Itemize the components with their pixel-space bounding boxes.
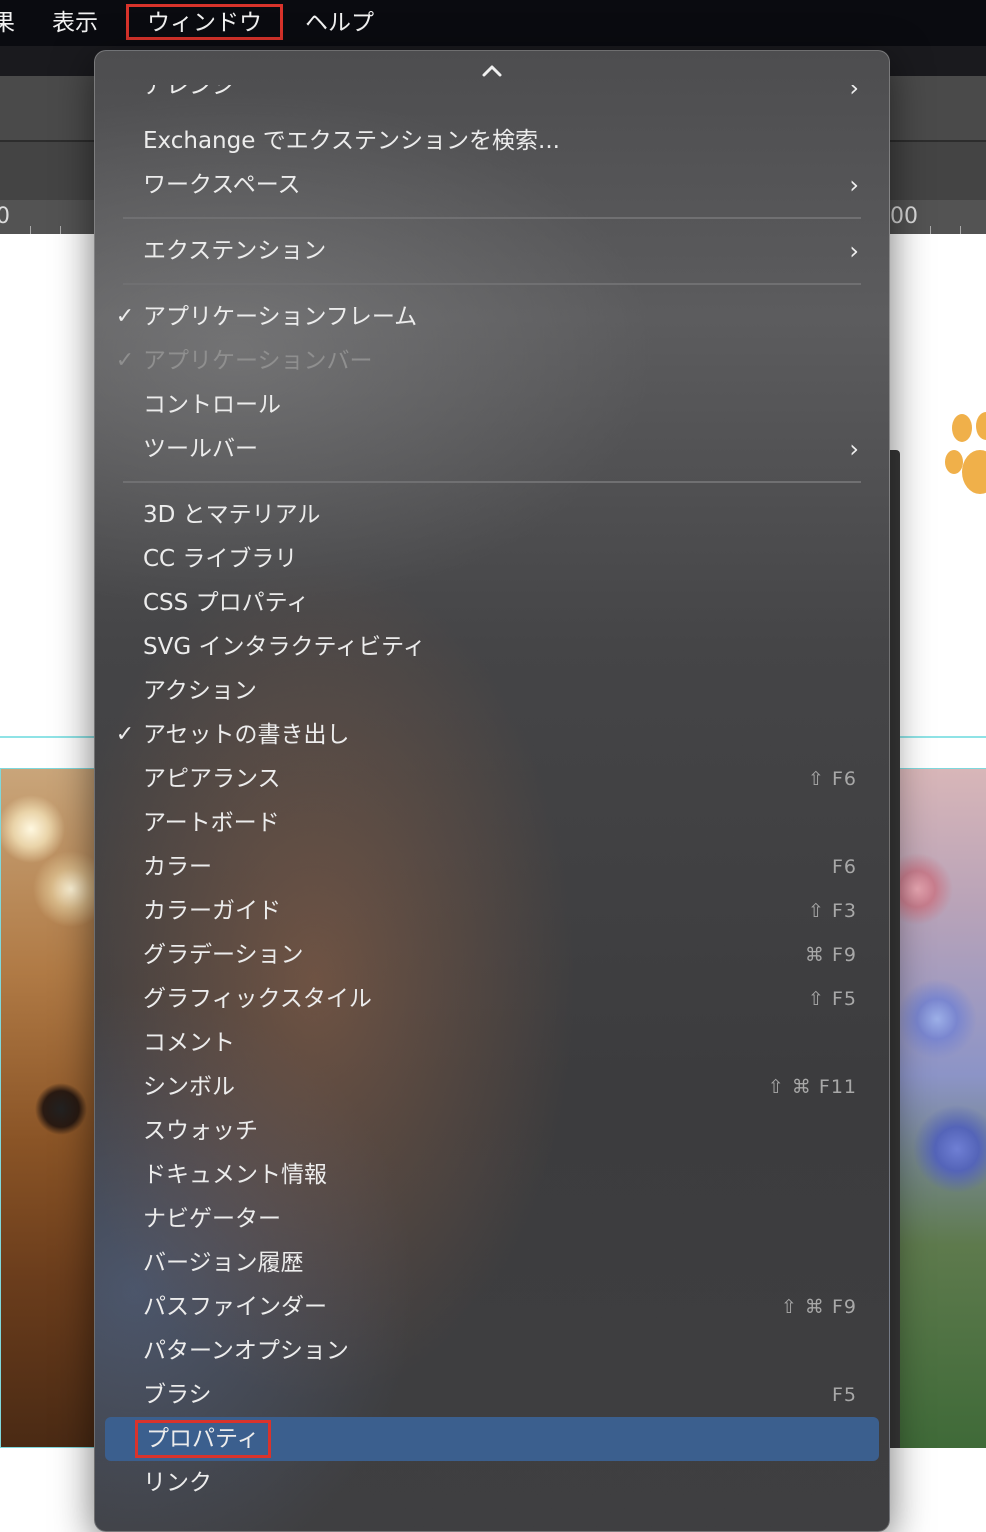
chevron-up-icon[interactable] [95, 59, 889, 84]
flower-photo-artboard[interactable] [896, 768, 986, 1450]
menu-item-26[interactable]: パターンオプション [105, 1329, 879, 1373]
keyboard-shortcut: ⇧ F5 [808, 988, 857, 1010]
menu-item-label: CC ライブラリ [143, 546, 298, 572]
menu-item-label: ツールバー [143, 436, 258, 462]
menu-item-label: パスファインダー [143, 1294, 327, 1320]
menu-item-label: カラー [143, 854, 212, 880]
chevron-right-icon: › [849, 171, 859, 199]
menu-item-10[interactable]: SVG インタラクティビティ [105, 625, 879, 669]
menu-item-17[interactable]: グラデーション ⌘ F9 [105, 933, 879, 977]
menu-item-label: CSS プロパティ [143, 590, 310, 616]
menu-item-20[interactable]: シンボル ⇧ ⌘ F11 [105, 1065, 879, 1109]
menu-item-label: カラーガイド [143, 898, 281, 924]
menu-item-24[interactable]: バージョン履歴 [105, 1241, 879, 1285]
menu-item-2[interactable]: エクステンション › [105, 229, 879, 273]
menu-item-6[interactable]: ツールバー › [105, 427, 879, 471]
menu-item-label: コントロール [143, 392, 281, 418]
keyboard-shortcut: ⇧ ⌘ F11 [767, 1076, 857, 1098]
menu-item-22[interactable]: ドキュメント情報 [105, 1153, 879, 1197]
menu-item-label: ブラシ [143, 1382, 212, 1408]
keyboard-shortcut: ⇧ F3 [808, 900, 857, 922]
menu-item-label: SVG インタラクティビティ [143, 634, 426, 660]
keyboard-shortcut: F6 [831, 856, 857, 878]
ruler-tick [30, 226, 31, 234]
menubar-item-partial[interactable]: 果 [0, 7, 15, 39]
menu-item-label: ドキュメント情報 [143, 1162, 327, 1188]
checkmark-icon: ✓ [115, 304, 135, 329]
menu-item-label: アピアランス [143, 766, 281, 792]
menu-item-4[interactable]: ✓ アプリケーションバー [105, 339, 879, 383]
ruler-number-left: 0 [0, 204, 10, 229]
ruler-tick [960, 226, 961, 234]
menu-item-label: アレンジ [143, 85, 235, 99]
checkmark-icon: ✓ [115, 348, 135, 373]
ruler-tick [930, 226, 931, 234]
menu-item-label: ワークスペース [143, 172, 301, 198]
ruler-number-right: 00 [890, 204, 918, 229]
menu-item-label: スウォッチ [143, 1118, 258, 1144]
menu-item-1[interactable]: ワークスペース › [105, 163, 879, 207]
menu-item-8[interactable]: CC ライブラリ [105, 537, 879, 581]
keyboard-shortcut: ⇧ ⌘ F9 [780, 1296, 857, 1318]
menu-item-7[interactable]: 3D とマテリアル [105, 493, 879, 537]
menu-item-label: アプリケーションフレーム [143, 304, 418, 330]
menu-item-12[interactable]: ✓ アセットの書き出し [105, 713, 879, 757]
menu-separator [123, 481, 861, 483]
ruler-tick [60, 226, 61, 234]
menu-item-properties-highlighted[interactable]: プロパティ [105, 1417, 879, 1461]
menubar-item-view[interactable]: 表示 [52, 7, 98, 39]
menu-item-21[interactable]: スウォッチ [105, 1109, 879, 1153]
menu-item-label: グラデーション [143, 942, 304, 968]
menu-item-13[interactable]: アピアランス ⇧ F6 [105, 757, 879, 801]
menu-item-label: エクステンション [143, 238, 327, 264]
menu-item-23[interactable]: ナビゲーター [105, 1197, 879, 1241]
dog-photo-artboard[interactable] [0, 768, 102, 1448]
menu-item-label: プロパティ [135, 1420, 271, 1458]
menu-item-label: アプリケーションバー [143, 348, 373, 374]
menu-item-label: Exchange でエクステンションを検索... [143, 128, 560, 154]
menu-item-label: グラフィックスタイル [143, 986, 372, 1012]
menubar-item-help[interactable]: ヘルプ [305, 7, 374, 39]
menu-item-3[interactable]: ✓ アプリケーションフレーム [105, 295, 879, 339]
menu-item-label: リンク [143, 1470, 212, 1496]
keyboard-shortcut: F5 [831, 1384, 857, 1406]
paw-print-graphic [945, 412, 986, 494]
menu-separator [123, 217, 861, 219]
menu-item-29[interactable]: リンク [105, 1461, 879, 1505]
menu-item-5[interactable]: コントロール [105, 383, 879, 427]
checkmark-icon: ✓ [115, 722, 135, 747]
menu-item-label: コメント [143, 1030, 235, 1056]
chevron-right-icon: › [849, 237, 859, 265]
menu-item-19[interactable]: コメント [105, 1021, 879, 1065]
menu-item-label: アセットの書き出し [143, 722, 350, 748]
menu-item-9[interactable]: CSS プロパティ [105, 581, 879, 625]
menu-item-27[interactable]: ブラシ F5 [105, 1373, 879, 1417]
menu-item-11[interactable]: アクション [105, 669, 879, 713]
app-menubar: 果 表示 ウィンドウ ヘルプ [0, 0, 986, 46]
menu-item-arrange[interactable]: アレンジ › [105, 85, 879, 115]
menu-item-label: シンボル [143, 1074, 235, 1100]
menu-item-15[interactable]: カラー F6 [105, 845, 879, 889]
menu-item-label: 3D とマテリアル [143, 502, 321, 528]
menu-separator [123, 283, 861, 285]
keyboard-shortcut: ⌘ F9 [804, 944, 857, 966]
menu-item-label: バージョン履歴 [143, 1250, 304, 1276]
menu-item-0[interactable]: Exchange でエクステンションを検索... [105, 119, 879, 163]
chevron-right-icon: › [849, 85, 859, 102]
menu-item-label: アクション [143, 678, 257, 704]
menu-item-25[interactable]: パスファインダー ⇧ ⌘ F9 [105, 1285, 879, 1329]
menu-item-label: ナビゲーター [143, 1206, 281, 1232]
window-menu-dropdown: アレンジ › Exchange でエクステンションを検索... ワークスペース › エ… [94, 50, 890, 1532]
menubar-item-window[interactable]: ウィンドウ [126, 4, 283, 40]
menu-item-14[interactable]: アートボード [105, 801, 879, 845]
keyboard-shortcut: ⇧ F6 [808, 768, 857, 790]
chevron-right-icon: › [849, 435, 859, 463]
menu-item-16[interactable]: カラーガイド ⇧ F3 [105, 889, 879, 933]
menu-item-label: パターンオプション [143, 1338, 349, 1364]
menu-item-18[interactable]: グラフィックスタイル ⇧ F5 [105, 977, 879, 1021]
menu-item-label: アートボード [143, 810, 280, 836]
